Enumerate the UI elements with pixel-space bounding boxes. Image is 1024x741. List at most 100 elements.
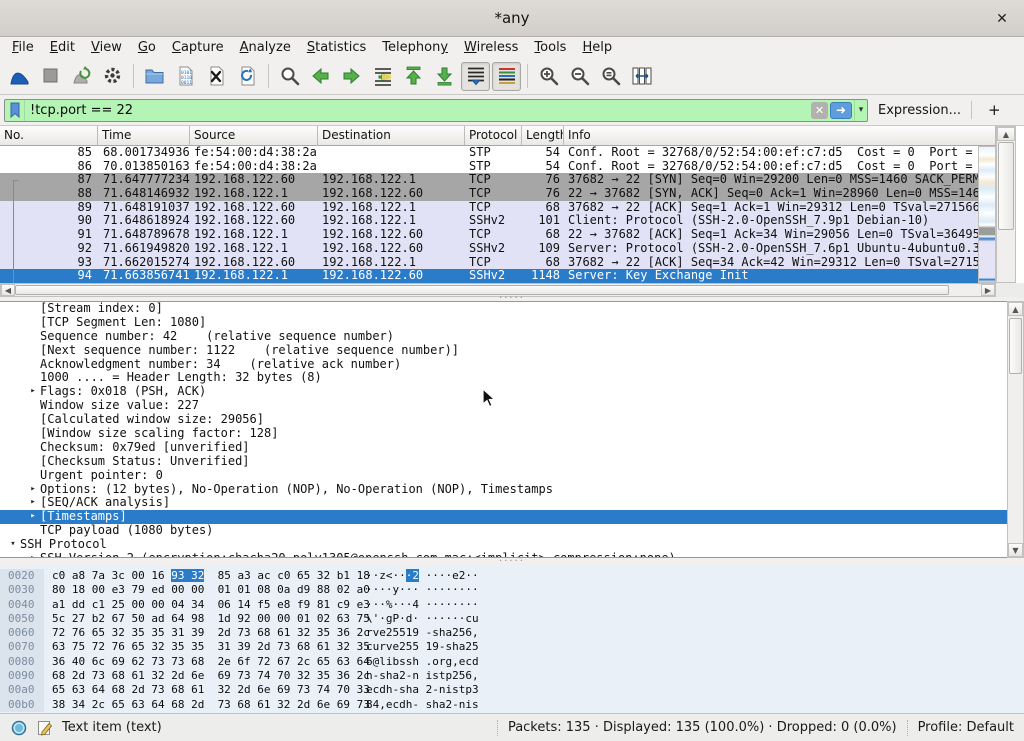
collapsed-arrow-icon[interactable]: ▸ xyxy=(26,483,40,497)
packet-list-hscrollbar[interactable]: ◀ ▶ xyxy=(0,283,996,297)
close-file-button[interactable] xyxy=(202,62,231,91)
collapsed-arrow-icon[interactable]: ▸ xyxy=(26,496,40,510)
zoom-in-button[interactable] xyxy=(534,62,563,91)
start-capture-button[interactable] xyxy=(5,62,34,91)
detail-row[interactable]: [Next sequence number: 1122 (relative se… xyxy=(0,344,1024,358)
close-window-button[interactable]: ✕ xyxy=(992,9,1012,29)
detail-row[interactable]: ▸Flags: 0x018 (PSH, ACK) xyxy=(0,385,1024,399)
hscroll-thumb[interactable] xyxy=(15,285,949,295)
go-forward-button[interactable] xyxy=(337,62,366,91)
packet-row[interactable]: 8871.648146932192.168.122.1192.168.122.6… xyxy=(0,187,978,201)
scroll-up-icon[interactable]: ▲ xyxy=(997,127,1015,141)
zoom-reset-button[interactable] xyxy=(596,62,625,91)
profile-indicator[interactable]: Profile: Default xyxy=(918,720,1014,735)
column-header-info[interactable]: Info xyxy=(564,126,996,146)
filter-dropdown-caret[interactable]: ▾ xyxy=(854,100,867,121)
stop-capture-button[interactable] xyxy=(36,62,65,91)
detail-row[interactable]: [Stream index: 0] xyxy=(0,302,1024,316)
packet-row[interactable]: 8568.001734936fe:54:00:d4:38:2aSTP54Conf… xyxy=(0,146,978,160)
resize-columns-button[interactable] xyxy=(627,62,656,91)
hex-row[interactable]: 00b038 34 2c 65 63 64 68 2d 73 68 61 32 … xyxy=(0,698,1024,712)
menu-help[interactable]: Help xyxy=(574,39,620,56)
menu-statistics[interactable]: Statistics xyxy=(299,39,374,56)
detail-row[interactable]: Checksum: 0x79ed [unverified] xyxy=(0,441,1024,455)
detail-row[interactable]: ▸[SEQ/ACK analysis] xyxy=(0,496,1024,510)
collapsed-arrow-icon[interactable]: ▸ xyxy=(26,510,40,524)
detail-row[interactable]: ▾SSH Protocol xyxy=(0,538,1024,552)
go-first-button[interactable] xyxy=(399,62,428,91)
filter-clear-button[interactable]: ✕ xyxy=(811,102,828,119)
scroll-up-icon[interactable]: ▲ xyxy=(1008,302,1023,316)
vscroll-thumb[interactable] xyxy=(1009,318,1022,374)
detail-row[interactable]: ▸Options: (12 bytes), No-Operation (NOP)… xyxy=(0,483,1024,497)
hex-row[interactable]: 006072 76 65 32 35 35 31 39 2d 73 68 61 … xyxy=(0,626,1024,640)
detail-row[interactable]: [Calculated window size: 29056] xyxy=(0,413,1024,427)
menu-view[interactable]: View xyxy=(83,39,130,56)
add-filter-button[interactable]: + xyxy=(982,101,1007,119)
menu-wireless[interactable]: Wireless xyxy=(456,39,526,56)
menu-go[interactable]: Go xyxy=(130,39,164,56)
packet-row[interactable]: 8971.648191037192.168.122.60192.168.122.… xyxy=(0,201,978,215)
capture-options-button[interactable] xyxy=(98,62,127,91)
expression-button[interactable]: Expression... xyxy=(878,103,961,118)
hex-row[interactable]: 007063 75 72 76 65 32 35 35 31 39 2d 73 … xyxy=(0,640,1024,654)
detail-row[interactable]: [Window size scaling factor: 128] xyxy=(0,427,1024,441)
filter-bookmark-button[interactable] xyxy=(5,100,25,121)
packet-row[interactable]: 9371.662015274192.168.122.60192.168.122.… xyxy=(0,256,978,270)
hex-row[interactable]: 003080 18 00 e3 79 ed 00 00 01 01 08 0a … xyxy=(0,583,1024,597)
detail-row[interactable]: ▸[Timestamps] xyxy=(0,510,1024,524)
reload-file-button[interactable] xyxy=(233,62,262,91)
detail-row[interactable]: [Checksum Status: Unverified] xyxy=(0,455,1024,469)
packet-row[interactable]: 9171.648789678192.168.122.1192.168.122.6… xyxy=(0,228,978,242)
filter-apply-button[interactable]: ➜ xyxy=(830,102,852,119)
colorize-button[interactable] xyxy=(492,62,521,91)
scroll-left-icon[interactable]: ◀ xyxy=(1,284,15,296)
packet-row[interactable]: 8771.647777234192.168.122.60192.168.122.… xyxy=(0,173,978,187)
menu-telephony[interactable]: Telephony xyxy=(374,39,456,56)
go-to-packet-button[interactable] xyxy=(368,62,397,91)
detail-row[interactable]: 1000 .... = Header Length: 32 bytes (8) xyxy=(0,371,1024,385)
column-header-time[interactable]: Time xyxy=(98,126,190,146)
menu-tools[interactable]: Tools xyxy=(526,39,574,56)
find-packet-button[interactable] xyxy=(275,62,304,91)
packet-row[interactable]: 9071.648618924192.168.122.60192.168.122.… xyxy=(0,214,978,228)
menu-analyze[interactable]: Analyze xyxy=(232,39,299,56)
vscroll-thumb[interactable] xyxy=(998,142,1014,230)
go-last-button[interactable] xyxy=(430,62,459,91)
detail-row[interactable]: Acknowledgment number: 34 (relative ack … xyxy=(0,358,1024,372)
hex-row[interactable]: 0020c0 a8 7a 3c 00 16 93 32 85 a3 ac c0 … xyxy=(0,569,1024,583)
scroll-right-icon[interactable]: ▶ xyxy=(981,284,995,296)
expanded-arrow-icon[interactable]: ▾ xyxy=(6,538,20,552)
detail-row[interactable]: Window size value: 227 xyxy=(0,399,1024,413)
hex-row[interactable]: 00a065 63 64 68 2d 73 68 61 32 2d 6e 69 … xyxy=(0,683,1024,697)
column-header-no[interactable]: No. xyxy=(0,126,98,146)
auto-scroll-button[interactable] xyxy=(461,62,490,91)
hex-row[interactable]: 009068 2d 73 68 61 32 2d 6e 69 73 74 70 … xyxy=(0,669,1024,683)
menu-file[interactable]: File xyxy=(4,39,42,56)
detail-row[interactable]: Urgent pointer: 0 xyxy=(0,469,1024,483)
packet-row[interactable]: 8670.013850163fe:54:00:d4:38:2aSTP54Conf… xyxy=(0,160,978,174)
details-vscrollbar[interactable]: ▲ ▼ xyxy=(1007,301,1024,558)
go-back-button[interactable] xyxy=(306,62,335,91)
column-header-protocol[interactable]: Protocol xyxy=(465,126,522,146)
restart-capture-button[interactable] xyxy=(67,62,96,91)
save-file-button[interactable]: 010101100011 xyxy=(171,62,200,91)
hex-row[interactable]: 008036 40 6c 69 62 73 73 68 2e 6f 72 67 … xyxy=(0,655,1024,669)
detail-row[interactable]: [TCP Segment Len: 1080] xyxy=(0,316,1024,330)
display-filter-input[interactable]: !tcp.port == 22 ✕ ➜ ▾ xyxy=(4,99,868,122)
column-header-destination[interactable]: Destination xyxy=(318,126,465,146)
column-header-source[interactable]: Source xyxy=(190,126,318,146)
hex-row[interactable]: 00505c 27 b2 67 50 ad 64 98 1d 92 00 00 … xyxy=(0,612,1024,626)
scroll-down-icon[interactable]: ▼ xyxy=(1008,543,1023,557)
capture-comment-icon[interactable] xyxy=(36,719,54,737)
detail-row[interactable]: TCP payload (1080 bytes) xyxy=(0,524,1024,538)
zoom-out-button[interactable] xyxy=(565,62,594,91)
packet-row[interactable]: 9271.661949820192.168.122.1192.168.122.6… xyxy=(0,242,978,256)
hex-row[interactable]: 0040a1 dd c1 25 00 00 04 34 06 14 f5 e8 … xyxy=(0,598,1024,612)
column-header-length[interactable]: Length xyxy=(522,126,564,146)
pane-splitter-bottom[interactable] xyxy=(0,558,1024,566)
menu-edit[interactable]: Edit xyxy=(42,39,83,56)
collapsed-arrow-icon[interactable]: ▸ xyxy=(26,385,40,399)
detail-row[interactable]: Sequence number: 42 (relative sequence n… xyxy=(0,330,1024,344)
packet-minimap[interactable] xyxy=(978,146,996,283)
